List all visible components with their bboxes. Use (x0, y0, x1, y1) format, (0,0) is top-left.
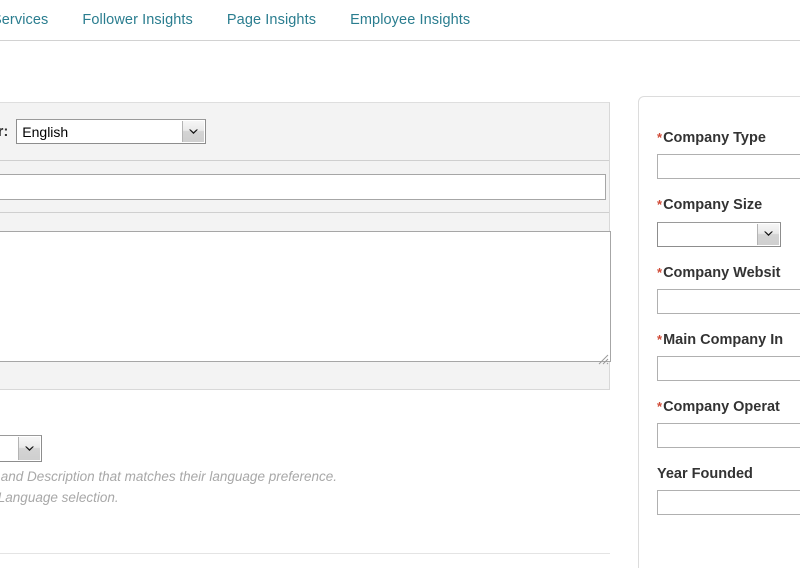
label-year-founded: Year Founded (657, 465, 800, 483)
label-company-type-text: Company Type (663, 130, 766, 146)
field-company-type: *Company Type (657, 129, 800, 179)
company-name-row (0, 161, 609, 213)
language-select-value: English (22, 123, 69, 140)
required-marker: * (657, 197, 663, 212)
label-main-company-industry-text: Main Company In (663, 331, 784, 348)
company-size-select[interactable] (657, 221, 781, 247)
help-text-line-2: our Default Language selection. (0, 490, 119, 505)
top-navigation-bar: Services Follower Insights Page Insights… (0, 0, 800, 41)
nav-item-employee-insights[interactable]: Employee Insights (350, 10, 470, 30)
chevron-down-icon (182, 121, 205, 142)
label-company-type: *Company Type (657, 129, 800, 147)
nav-item-services[interactable]: Services (0, 10, 48, 30)
field-year-founded: Year Founded (657, 465, 800, 515)
company-description-row (0, 213, 611, 389)
company-name-input[interactable] (0, 173, 606, 200)
page-root: Services Follower Insights Page Insights… (0, 0, 800, 568)
label-company-website: *Company Websit (657, 264, 800, 282)
label-company-size: *Company Size (657, 196, 800, 214)
company-description-textarea[interactable] (0, 231, 611, 362)
language-selector-row: Name and Description for: English (0, 103, 609, 161)
chevron-down-icon (757, 223, 779, 245)
label-company-size-text: Company Size (663, 197, 763, 213)
required-marker: * (657, 398, 663, 414)
label-company-website-text: Company Websit (663, 264, 781, 281)
nav-item-follower-insights[interactable]: Follower Insights (82, 10, 193, 30)
required-marker: * (657, 264, 663, 280)
chevron-down-icon (18, 437, 40, 460)
main-company-industry-input[interactable] (657, 355, 800, 381)
required-marker: * (657, 130, 663, 145)
company-website-input[interactable] (657, 288, 800, 314)
required-marker: * (657, 331, 663, 347)
label-year-founded-text: Year Founded (657, 465, 753, 482)
field-main-company-industry: *Main Company In (657, 331, 800, 381)
label-company-operating-status: *Company Operat (657, 398, 800, 416)
company-type-input[interactable] (657, 154, 800, 179)
company-details-panel: *Company Type *Company Size *Company Web… (638, 96, 800, 568)
language-select-label: Name and Description for: (0, 123, 9, 140)
nav-link-list: Services Follower Insights Page Insights… (0, 8, 504, 32)
help-text-line-1: pany Name and Description that matches t… (0, 469, 337, 484)
language-select[interactable]: English (16, 119, 207, 144)
field-company-operating-status: *Company Operat (657, 398, 800, 448)
label-company-operating-status-text: Company Operat (663, 398, 780, 415)
nav-item-page-insights[interactable]: Page Insights (227, 10, 316, 30)
field-company-size: *Company Size (657, 196, 800, 247)
year-founded-input[interactable] (657, 489, 800, 515)
company-operating-status-input[interactable] (657, 422, 800, 448)
label-main-company-industry: *Main Company In (657, 331, 800, 349)
field-company-website: *Company Websit (657, 264, 800, 314)
section-divider (0, 553, 610, 554)
default-language-row: h (0, 435, 42, 462)
default-language-select[interactable]: h (0, 435, 42, 462)
company-name-description-panel: Name and Description for: English (0, 102, 611, 390)
language-help-text: pany Name and Description that matches t… (0, 466, 628, 508)
